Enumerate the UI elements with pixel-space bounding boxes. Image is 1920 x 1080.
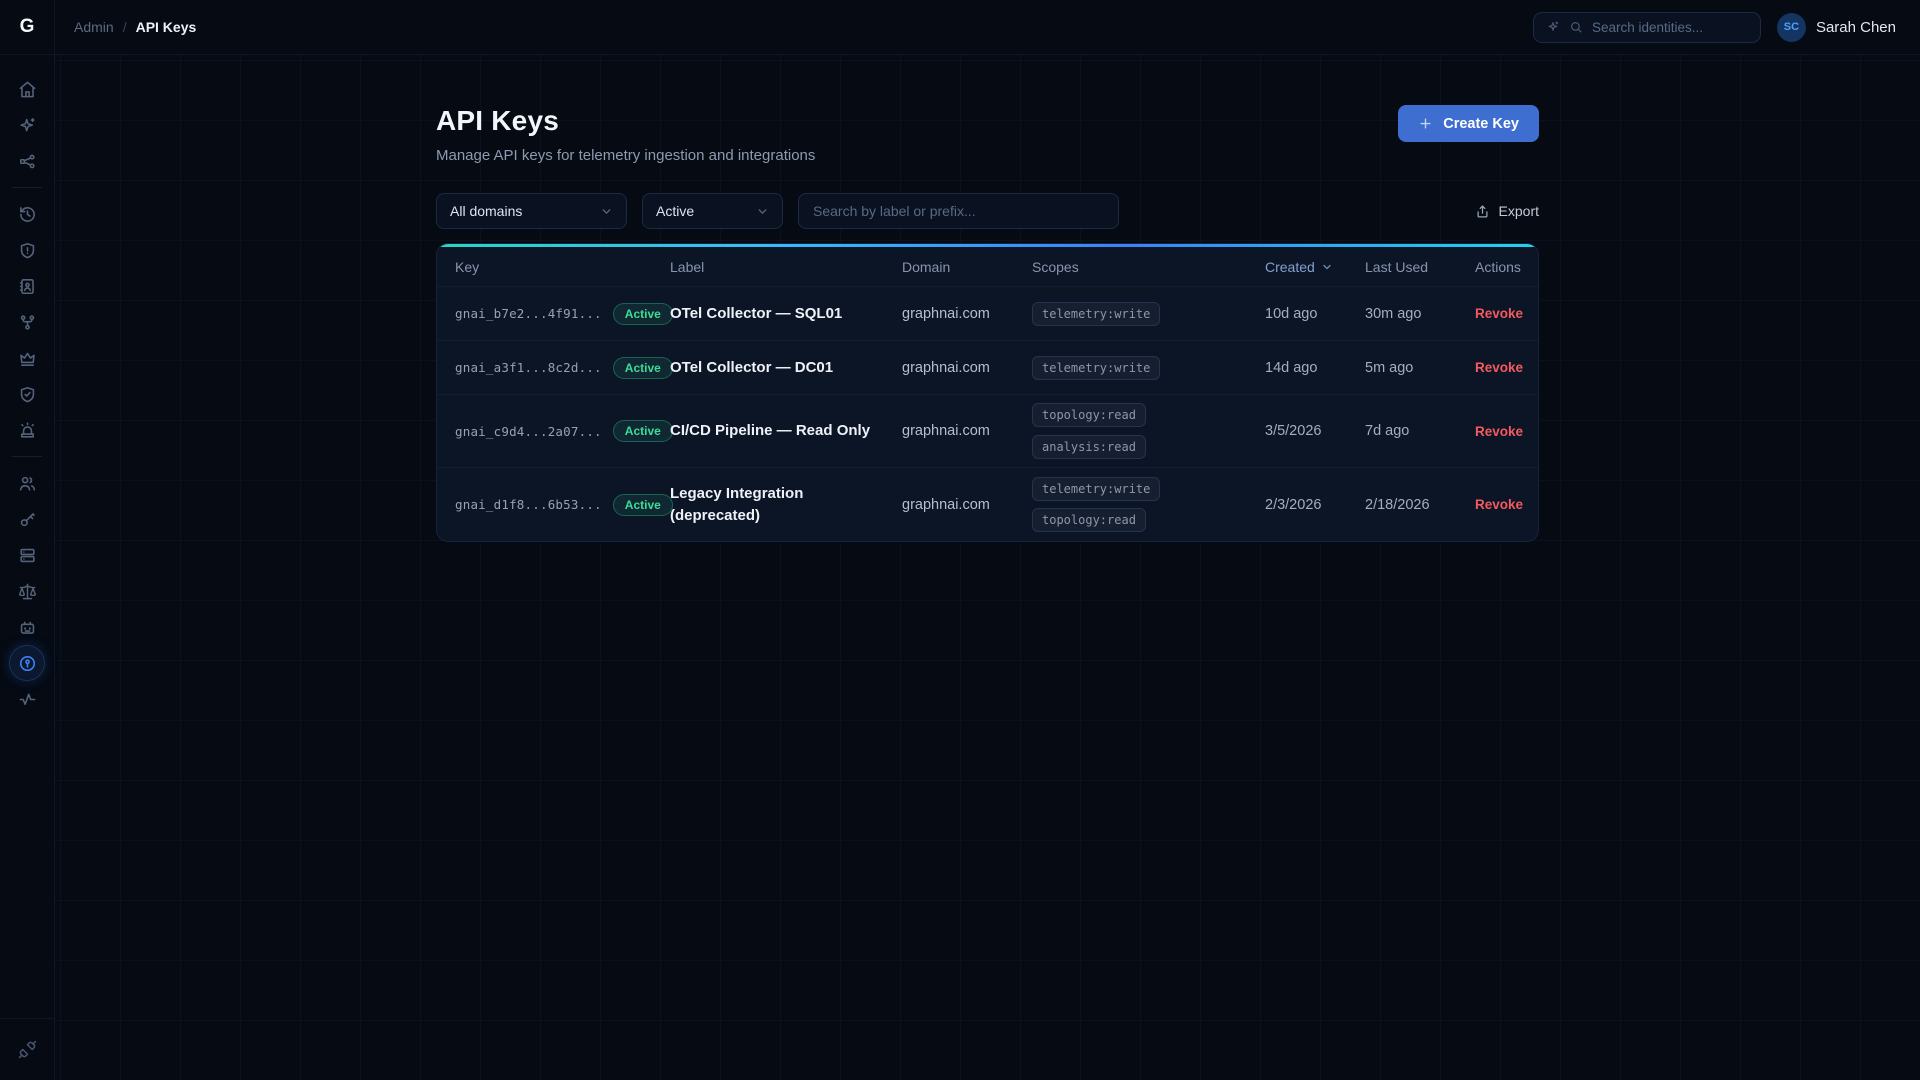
breadcrumb-separator: / (123, 19, 127, 35)
export-button[interactable]: Export (1475, 203, 1539, 219)
robot-icon[interactable] (10, 610, 44, 644)
servers-icon[interactable] (10, 538, 44, 572)
sparkles-nav-icon[interactable] (10, 108, 44, 142)
avatar[interactable]: SC (1777, 13, 1806, 42)
key-domain: graphnai.com (902, 423, 1032, 439)
col-scopes: Scopes (1032, 259, 1265, 275)
user-name: Sarah Chen (1816, 19, 1896, 36)
network-graph-icon[interactable] (10, 144, 44, 178)
created-value: 10d ago (1265, 306, 1365, 322)
siren-icon[interactable] (10, 413, 44, 447)
created-value: 2/3/2026 (1265, 497, 1365, 513)
revoke-button[interactable]: Revoke (1475, 360, 1523, 375)
created-value: 14d ago (1265, 360, 1365, 376)
sidebar-divider (12, 187, 42, 188)
api-key-prefix: gnai_a3f1...8c2d... (455, 360, 602, 375)
key-label: OTel Collector — DC01 (670, 357, 902, 379)
table-header: Key Label Domain Scopes Created Last Use… (437, 247, 1538, 286)
git-fork-icon[interactable] (10, 305, 44, 339)
status-badge: Active (613, 303, 673, 325)
page-title: API Keys (436, 105, 815, 137)
main-content: API Keys Manage API keys for telemetry i… (55, 55, 1920, 542)
page-subtitle: Manage API keys for telemetry ingestion … (436, 147, 815, 164)
sidebar-divider (12, 456, 42, 457)
search-icon (1569, 20, 1583, 34)
status-filter-select[interactable]: Active (642, 193, 783, 229)
shield-alert-icon[interactable] (10, 233, 44, 267)
breadcrumb-section[interactable]: Admin (74, 19, 114, 35)
col-last-used: Last Used (1365, 259, 1475, 275)
api-key-prefix: gnai_c9d4...2a07... (455, 424, 602, 439)
key-domain: graphnai.com (902, 306, 1032, 322)
users-icon[interactable] (10, 466, 44, 500)
status-badge: Active (613, 494, 673, 516)
breadcrumb: Admin / API Keys (74, 19, 196, 35)
table-row: gnai_d1f8...6b53... Active Legacy Integr… (437, 467, 1538, 541)
created-value: 3/5/2026 (1265, 423, 1365, 439)
last-used-value: 30m ago (1365, 306, 1475, 322)
search-identities-input[interactable] (1592, 20, 1732, 35)
sidebar (0, 55, 55, 1080)
activity-icon[interactable] (10, 682, 44, 716)
topbar: G Admin / API Keys SC Sarah Chen (0, 0, 1920, 55)
key-label: Legacy Integration (deprecated) (670, 483, 902, 527)
create-key-button[interactable]: Create Key (1398, 105, 1539, 142)
user-menu[interactable]: SC Sarah Chen (1777, 13, 1896, 42)
col-label: Label (670, 259, 902, 275)
api-key-prefix: gnai_d1f8...6b53... (455, 497, 602, 512)
scope-chip: telemetry:write (1032, 356, 1160, 380)
api-key-prefix: gnai_b7e2...4f91... (455, 306, 602, 321)
key-label: CI/CD Pipeline — Read Only (670, 420, 902, 442)
key-domain: graphnai.com (902, 360, 1032, 376)
table-row: gnai_a3f1...8c2d... Active OTel Collecto… (437, 340, 1538, 394)
revoke-button[interactable]: Revoke (1475, 497, 1523, 512)
plus-icon (1418, 116, 1433, 131)
col-key: Key (455, 259, 670, 275)
last-used-value: 7d ago (1365, 423, 1475, 439)
unplug-icon[interactable] (10, 1032, 44, 1066)
sparkles-icon (1546, 20, 1560, 34)
crown-icon[interactable] (10, 341, 44, 375)
label-search-input[interactable] (798, 193, 1119, 229)
chevron-down-icon (1321, 261, 1333, 273)
col-domain: Domain (902, 259, 1032, 275)
col-created-sort[interactable]: Created (1265, 259, 1365, 275)
shield-check-icon[interactable] (10, 377, 44, 411)
key-domain: graphnai.com (902, 497, 1032, 513)
revoke-button[interactable]: Revoke (1475, 424, 1523, 439)
api-keys-circle-icon[interactable] (10, 646, 44, 680)
scope-chip: topology:read (1032, 508, 1146, 532)
last-used-value: 2/18/2026 (1365, 497, 1475, 513)
scope-chip: topology:read (1032, 403, 1146, 427)
breadcrumb-current-page: API Keys (136, 19, 197, 35)
col-actions: Actions (1475, 259, 1521, 275)
status-badge: Active (613, 357, 673, 379)
table-row: gnai_b7e2...4f91... Active OTel Collecto… (437, 286, 1538, 340)
scope-chip: analysis:read (1032, 435, 1146, 459)
domain-filter-select[interactable]: All domains (436, 193, 627, 229)
global-search[interactable] (1533, 12, 1761, 43)
app-logo-letter: G (20, 16, 35, 38)
app-logo[interactable]: G (0, 0, 55, 55)
export-icon (1475, 204, 1490, 219)
api-keys-table: Key Label Domain Scopes Created Last Use… (436, 243, 1539, 542)
home-icon[interactable] (10, 72, 44, 106)
scope-chip: telemetry:write (1032, 477, 1160, 501)
key-label: OTel Collector — SQL01 (670, 303, 902, 325)
chevron-down-icon (600, 205, 613, 218)
key-icon[interactable] (10, 502, 44, 536)
history-icon[interactable] (10, 197, 44, 231)
last-used-value: 5m ago (1365, 360, 1475, 376)
contact-book-icon[interactable] (10, 269, 44, 303)
revoke-button[interactable]: Revoke (1475, 306, 1523, 321)
status-badge: Active (613, 420, 673, 442)
scales-icon[interactable] (10, 574, 44, 608)
table-row: gnai_c9d4...2a07... Active CI/CD Pipelin… (437, 394, 1538, 467)
scope-chip: telemetry:write (1032, 302, 1160, 326)
chevron-down-icon (756, 205, 769, 218)
